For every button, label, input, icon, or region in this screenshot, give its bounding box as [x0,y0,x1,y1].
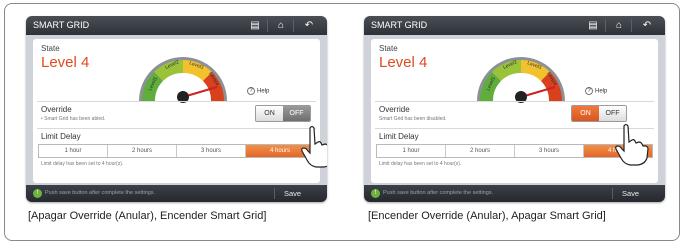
title-separator [605,19,606,32]
caption-left: [Apagar Override (Anular), Encender Smar… [28,210,267,222]
help-button[interactable]: ? Help [585,87,607,95]
limit-delay-selector[interactable]: 1 hour 2 hours 3 hours 4 hours [38,144,315,158]
help-label: Help [257,88,270,95]
override-note: Smart Grid has been disabled. [379,116,447,122]
help-icon: ? [247,87,255,95]
smart-grid-screen-1: SMART GRID ▤ ⌂ ↶ State Level 4 Level1 Le… [26,16,327,202]
delay-option-1-hour[interactable]: 1 hour [377,145,446,157]
level-gauge: Level1 Level2 Level3 Level4 [477,57,565,103]
home-icon[interactable]: ⌂ [612,16,626,35]
bottom-bar: ! Push save button after complete the se… [364,185,665,202]
delay-option-2-hours[interactable]: 2 hours [108,145,177,157]
delay-option-3-hours[interactable]: 3 hours [515,145,584,157]
state-value: Level 4 [379,54,428,71]
smart-grid-screen-2: SMART GRID ▤ ⌂ ↶ State Level 4 Level1 Le… [364,16,665,202]
title-separator [267,19,268,32]
override-label: Override [379,105,410,114]
delay-option-3-hours[interactable]: 3 hours [177,145,246,157]
divider [37,128,316,129]
limit-delay-note: Limit delay has been set to 4 hour(s). [41,161,124,167]
title-bar: SMART GRID ▤ ⌂ ↶ [26,16,327,35]
override-off-button[interactable]: OFF [599,106,626,121]
hand-pointer-icon [301,125,327,168]
divider [37,101,316,102]
help-button[interactable]: ? Help [247,87,269,95]
override-on-button[interactable]: ON [256,106,283,121]
memo-icon[interactable]: ▤ [586,16,600,35]
override-note: • Smart Grid has been abled. [41,116,106,122]
help-icon: ? [585,87,593,95]
delay-option-2-hours[interactable]: 2 hours [446,145,515,157]
back-icon[interactable]: ↶ [302,16,316,35]
bottom-bar: ! Push save button after complete the se… [26,185,327,202]
settings-card: State Level 4 Level1 Level2 Level3 Level… [33,39,320,183]
override-label: Override [41,105,72,114]
title-separator [293,19,294,32]
bottom-separator [612,188,613,199]
tip-icon: ! [33,189,42,198]
override-toggle[interactable]: ON OFF [255,105,311,122]
tip-text: Push save button after complete the sett… [383,190,494,196]
bottom-separator [274,188,275,199]
caption-right: [Encender Override (Anular), Apagar Smar… [368,210,606,222]
title-separator [631,19,632,32]
level-gauge: Level1 Level2 Level3 Level4 [139,57,227,103]
override-off-button[interactable]: OFF [283,106,310,121]
help-label: Help [595,88,608,95]
limit-delay-note: Limit delay has been set to 4 hour(s). [379,161,462,167]
memo-icon[interactable]: ▤ [248,16,262,35]
limit-delay-label: Limit Delay [41,132,81,141]
divider [375,101,654,102]
home-icon[interactable]: ⌂ [274,16,288,35]
override-on-button[interactable]: ON [572,106,599,121]
save-button[interactable]: Save [284,185,301,202]
back-icon[interactable]: ↶ [640,16,654,35]
screen-title: SMART GRID [371,20,428,30]
title-bar: SMART GRID ▤ ⌂ ↶ [364,16,665,35]
limit-delay-label: Limit Delay [379,132,419,141]
state-label: State [41,44,60,53]
hand-pointer-icon [615,123,649,166]
override-toggle[interactable]: ON OFF [571,105,627,122]
tip-icon: ! [371,189,380,198]
delay-option-1-hour[interactable]: 1 hour [39,145,108,157]
tip-text: Push save button after complete the sett… [45,190,156,196]
screen-title: SMART GRID [33,20,90,30]
state-label: State [379,44,398,53]
state-value: Level 4 [41,54,90,71]
save-button[interactable]: Save [622,185,639,202]
